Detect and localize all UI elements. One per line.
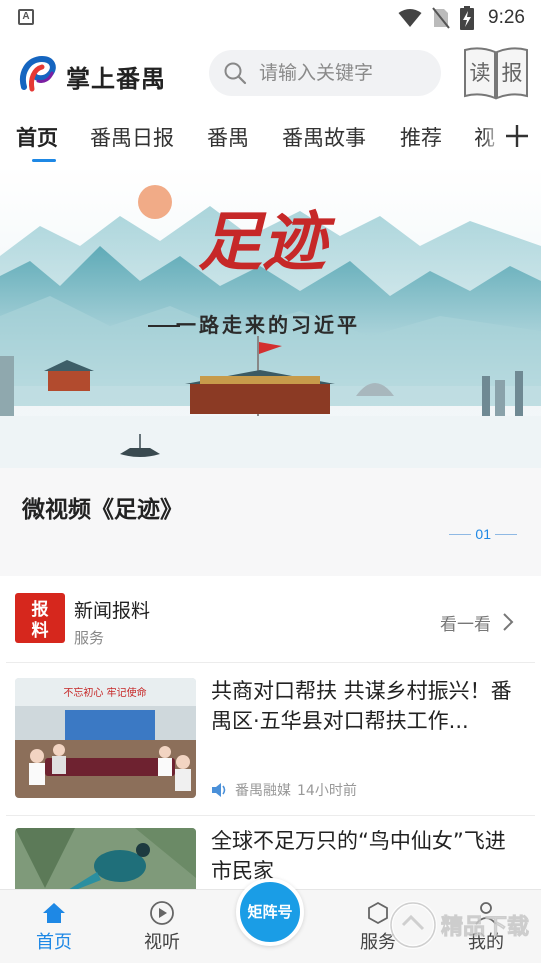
report-icon-char-1: 报	[32, 599, 49, 620]
news-time: 14小时前	[297, 783, 357, 799]
battery-charging-icon	[460, 6, 475, 30]
category-tabs: 首页 番禺日报 番禺 番禺故事 推荐 视	[0, 110, 541, 166]
status-icons: 9:26	[398, 4, 525, 32]
nav-home-label: 首页	[36, 932, 72, 953]
news-meta: 番禺融媒 14小时前	[211, 780, 357, 800]
tab-panyu[interactable]: 番禺	[207, 122, 249, 152]
news-item[interactable]: 不忘初心 牢记使命 共商对口帮扶 共谋乡村振兴！番禺区·五华县对口帮扶工作...…	[0, 676, 541, 812]
app-header: 掌上番禺 读 报	[0, 38, 541, 110]
banner-caption-bar[interactable]: 微视频《足迹》 01	[0, 468, 541, 576]
search-input[interactable]	[259, 50, 434, 96]
divider	[6, 662, 535, 663]
watermark-logo: 精品下载	[389, 901, 529, 949]
wifi-icon	[398, 9, 422, 27]
no-sim-icon	[432, 7, 450, 29]
slide-indicator: 01	[449, 526, 517, 542]
chevron-right-icon	[503, 613, 514, 631]
tab-panyu-stories[interactable]: 番禺故事	[282, 122, 366, 152]
app-title: 掌上番禺	[66, 65, 166, 93]
status-bar: A 9:26	[0, 0, 541, 38]
news-report-entry[interactable]: 报 料 新闻报料 服务 看一看	[0, 576, 541, 662]
report-action-link[interactable]: 看一看	[440, 610, 491, 635]
thumb-banner-text: 不忘初心 牢记使命	[63, 686, 146, 699]
news-thumbnail	[15, 828, 196, 889]
clock: 9:26	[488, 7, 525, 28]
play-icon	[150, 901, 174, 925]
report-icon-char-2: 料	[32, 620, 49, 641]
tab-home[interactable]: 首页	[16, 122, 58, 152]
sun-shape	[138, 185, 172, 219]
search-bar[interactable]	[209, 50, 441, 96]
banner-caption: 微视频《足迹》	[22, 497, 183, 523]
app-logo	[20, 55, 56, 92]
matrix-button[interactable]: 矩阵号	[236, 878, 304, 946]
add-tab-icon[interactable]	[503, 122, 531, 150]
banner-carousel[interactable]: 足迹 一路走来的习近平	[0, 166, 541, 468]
divider	[6, 815, 535, 816]
read-paper-button[interactable]: 读 报	[462, 44, 530, 100]
banner-art-subtitle: 一路走来的习近平	[176, 313, 360, 337]
news-title: 全球不足万只的“鸟中仙女”飞进市民家	[211, 829, 506, 883]
tab-panyu-daily[interactable]: 番禺日报	[90, 122, 174, 152]
read-char: 读	[470, 61, 491, 85]
news-thumbnail: 不忘初心 牢记使命	[15, 678, 196, 798]
home-icon	[43, 903, 65, 923]
report-icon: 报 料	[15, 593, 65, 643]
report-subtitle: 服务	[74, 629, 105, 647]
news-source: 番禺融媒	[235, 783, 291, 799]
search-icon	[224, 62, 247, 85]
active-tab-indicator	[32, 159, 56, 162]
banner-image: 足迹 一路走来的习近平	[0, 166, 541, 468]
slide-index: 01	[475, 526, 491, 542]
watermark-text: 精品下载	[441, 914, 529, 940]
news-title: 共商对口帮扶 共谋乡村振兴！番禺区·五华县对口帮扶工作...	[211, 679, 512, 733]
audio-icon	[212, 783, 226, 797]
nav-home[interactable]: 首页	[19, 900, 89, 954]
report-title: 新闻报料	[74, 600, 151, 622]
paper-char: 报	[502, 61, 523, 85]
tab-recommend[interactable]: 推荐	[400, 122, 442, 152]
banner-art-title: 足迹	[198, 205, 336, 280]
nav-media-label: 视听	[144, 932, 180, 953]
nav-media[interactable]: 视听	[127, 900, 197, 954]
notification-icon: A	[18, 9, 34, 25]
